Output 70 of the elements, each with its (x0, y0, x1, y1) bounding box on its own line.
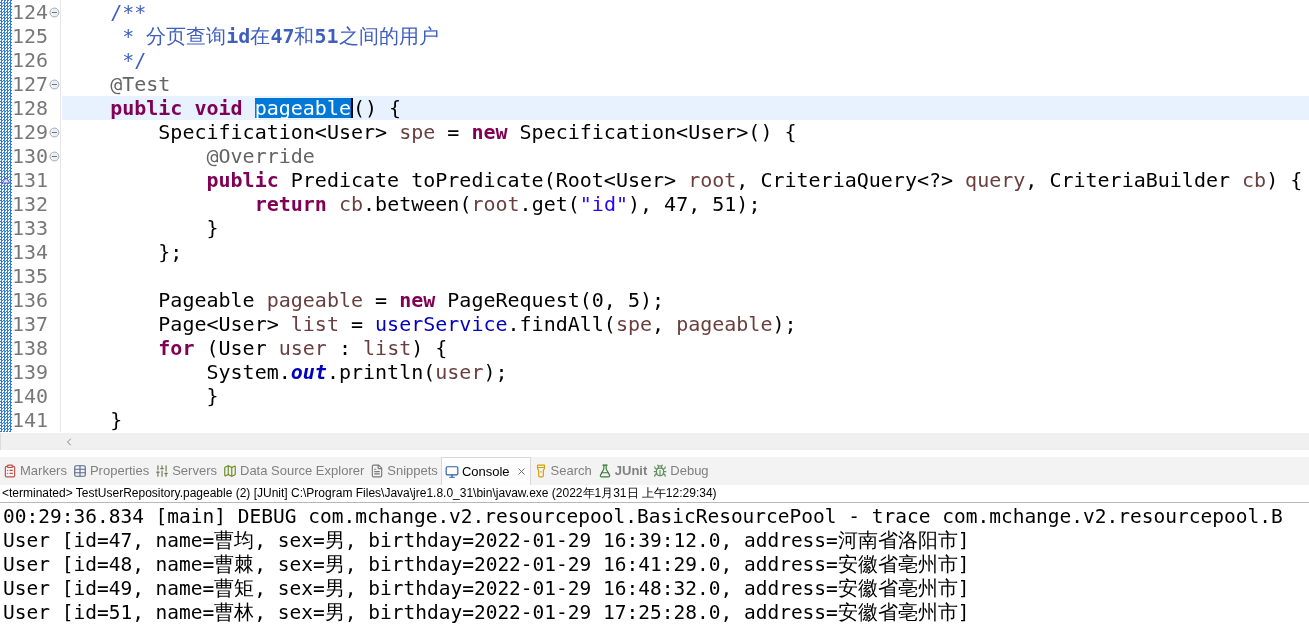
code-line: } (109, 408, 124, 432)
view-tab[interactable]: Servers (152, 457, 220, 485)
line-number: 125 (12, 26, 49, 46)
collapse-icon[interactable] (49, 6, 60, 18)
console-line: User [id=51, name=曹林, sex=男, birthday=2022-01-29 17:25:28.0, address=安徽省亳州市] (3, 603, 970, 623)
monitor-icon (444, 464, 459, 479)
console-line: User [id=48, name=曹棘, sex=男, birthday=2022-01-29 16:41:29.0, address=安徽省亳州市] (3, 555, 970, 575)
console-line: User [id=49, name=曹矩, sex=男, birthday=2022-01-29 16:48:32.0, address=安徽省亳州市] (3, 579, 970, 599)
code-line: */ (121, 48, 148, 72)
view-tab[interactable]: Snippets (367, 457, 441, 485)
flask-icon (597, 464, 612, 478)
line-number: 139 (12, 362, 49, 382)
tab-label: Console (461, 462, 510, 481)
console-line: User [id=47, name=曹均, sex=男, birthday=2022-01-29 16:39:12.0, address=河南省洛阳市] (3, 531, 970, 551)
view-tab[interactable]: Properties (69, 457, 153, 485)
code-line: /** (109, 0, 148, 24)
tab-label: Servers (172, 462, 217, 481)
view-tab[interactable]: Data Source Explorer (220, 457, 368, 485)
line-number: 138 (12, 338, 49, 358)
tab-label: Snippets (387, 462, 438, 481)
line-number: 136 (12, 290, 49, 310)
collapse-icon[interactable] (49, 126, 60, 138)
table-icon (72, 464, 87, 478)
line-number: 134 (12, 242, 49, 262)
line-number: 129 (12, 122, 49, 142)
view-tab[interactable]: Console (440, 457, 531, 485)
code-line: @Test (109, 72, 172, 96)
code-line: public Predicate toPredicate(Root<User> root, CriteriaQuery<?> query, CriteriaBuilder cb) { (205, 168, 1304, 192)
bug-icon (653, 464, 668, 478)
view-tab[interactable]: JUnit (594, 457, 651, 485)
line-number: 128 (12, 98, 49, 118)
collapse-icon[interactable] (49, 150, 60, 162)
view-tab[interactable]: Debug (650, 457, 712, 485)
code-line: Pageable pageable = new PageRequest(0, 5); (157, 288, 666, 312)
view-tab[interactable]: Markers (0, 457, 70, 485)
code-line: * 分页查询id在47和51之间的用户 (121, 24, 440, 48)
tab-label: JUnit (614, 462, 648, 481)
close-icon[interactable] (515, 466, 527, 477)
line-number: 131 (12, 170, 49, 190)
code-line: Specification<User> spe = new Specification<User>() { (157, 120, 798, 144)
line-number: 141 (12, 410, 49, 430)
line-number: 124 (12, 2, 49, 22)
clipboard-icon (3, 464, 17, 478)
view-tab[interactable]: Search (530, 457, 595, 485)
code-line: System.out.println(user); (205, 360, 509, 384)
line-number: 133 (12, 218, 49, 238)
code-line: for (User user : list) { (157, 336, 449, 360)
document-icon (370, 464, 385, 478)
console-line: 00:29:36.834 [main] DEBUG com.mchange.v2.resourcepool.BasicResourcePool - trace com.mchange.v2.resourcepool.B (3, 507, 1283, 527)
line-number: 132 (12, 194, 49, 214)
sliders-icon (155, 464, 170, 478)
line-number: 137 (12, 314, 49, 334)
tab-label: Properties (89, 462, 150, 481)
line-number: 140 (12, 386, 49, 406)
tab-label: Data Source Explorer (240, 462, 365, 481)
line-number: 130 (12, 146, 49, 166)
code-line: Page<User> list = userService.findAll(spe, pageable); (157, 312, 798, 336)
line-number: 126 (12, 50, 49, 70)
code-line: } (205, 384, 220, 408)
code-line: return cb.between(root.get("id"), 47, 51); (253, 192, 762, 216)
map-icon (223, 464, 237, 478)
line-number: 127 (12, 74, 49, 94)
code-line: } (205, 216, 220, 240)
line-number: 135 (12, 266, 49, 286)
tab-label: Debug (670, 462, 709, 481)
code-line: }; (157, 240, 184, 264)
tab-label: Search (550, 462, 592, 481)
collapse-icon[interactable] (49, 78, 60, 90)
tab-label: Markers (20, 462, 67, 481)
code-line: @Override (205, 144, 316, 168)
